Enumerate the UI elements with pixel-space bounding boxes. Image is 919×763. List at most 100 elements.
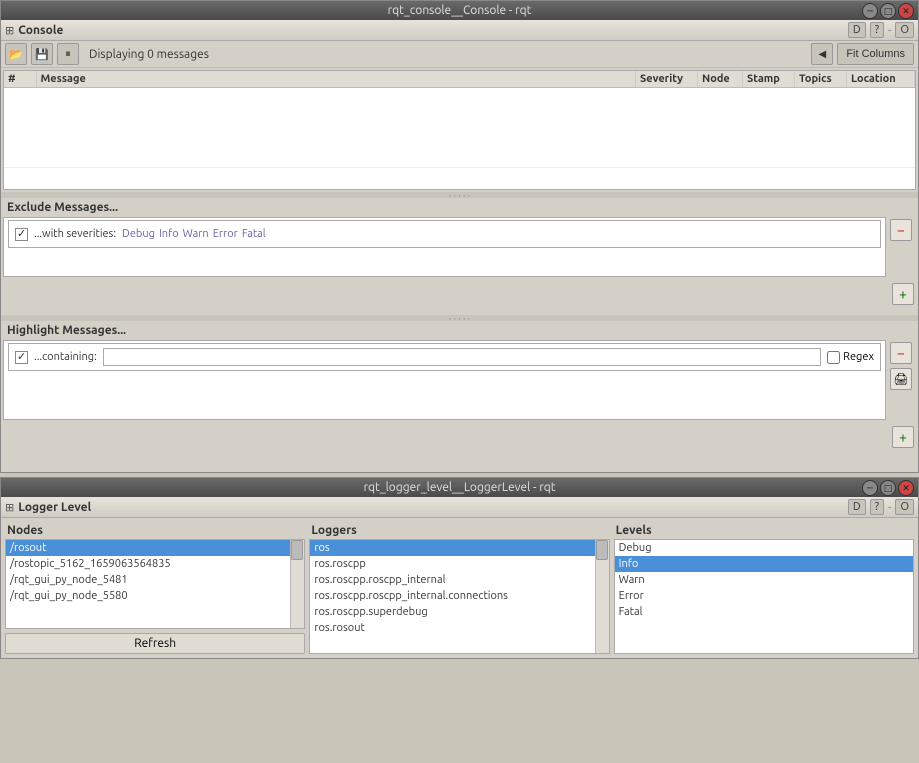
sev-debug: Debug <box>122 228 155 240</box>
fit-columns-btn[interactable]: Fit Columns <box>837 43 914 65</box>
console-close-x[interactable]: O <box>895 22 914 38</box>
nodes-scrollbar[interactable] <box>290 540 304 628</box>
open-file-btn[interactable]: 📂 <box>5 43 27 65</box>
col-hash: # <box>4 71 36 88</box>
highlight-list: ...containing: Regex <box>3 340 886 420</box>
message-table-container: # Message Severity Node Stamp Topics Loc… <box>3 70 916 190</box>
pause-icon: ⏸ <box>65 48 71 61</box>
highlight-label: Highlight Messages... <box>7 324 126 337</box>
sev-error: Error <box>213 228 238 240</box>
node-item-rosout[interactable]: /rosout <box>6 540 304 556</box>
logger-close-btn[interactable]: ✕ <box>898 480 914 496</box>
loggers-list[interactable]: ros ros.roscpp ros.roscpp.roscpp_interna… <box>309 539 609 654</box>
highlight-input[interactable] <box>103 348 821 366</box>
highlight-section-header: Highlight Messages... <box>1 321 918 340</box>
logger-window: rqt_logger_level__LoggerLevel - rqt ─ □ … <box>0 477 919 659</box>
d-button[interactable]: D <box>848 22 866 38</box>
level-fatal[interactable]: Fatal <box>615 604 913 620</box>
save-file-btn[interactable]: 💾 <box>31 43 53 65</box>
message-table: # Message Severity Node Stamp Topics Loc… <box>4 71 915 168</box>
col-topics: Topics <box>795 71 847 88</box>
exclude-filter-row: ...with severities: Debug Info Warn Erro… <box>8 220 881 248</box>
level-debug[interactable]: Debug <box>615 540 913 556</box>
node-item-rostopic[interactable]: /rostopic_5162_1659063564835 <box>6 556 304 572</box>
logger-help-button[interactable]: ? <box>870 499 884 515</box>
plus-icon-2: + <box>899 429 907 445</box>
logger-win-controls: ─ □ ✕ <box>862 480 914 496</box>
console-win-controls: ─ □ ✕ <box>862 3 914 19</box>
save-file-icon: 💾 <box>35 48 49 61</box>
console-window-title: rqt_console__Console - rqt <box>388 4 532 17</box>
logger-minimize-btn[interactable]: ─ <box>862 480 878 496</box>
help-button[interactable]: ? <box>870 22 884 38</box>
console-panel-title: Console <box>18 24 63 37</box>
logger-item-roscpp[interactable]: ros.roscpp <box>310 556 608 572</box>
exclude-add-btn[interactable]: + <box>892 283 914 305</box>
nodes-scroll-thumb[interactable] <box>291 540 303 560</box>
logger-window-title: rqt_logger_level__LoggerLevel - rqt <box>363 481 555 494</box>
severity-tags: Debug Info Warn Error Fatal <box>122 228 266 240</box>
highlight-filter-row: ...containing: Regex <box>8 343 881 371</box>
console-window: rqt_console__Console - rqt ─ □ ✕ ⊞ Conso… <box>0 0 919 473</box>
highlight-remove-btn[interactable]: − <box>890 342 912 364</box>
levels-label: Levels <box>614 522 914 539</box>
scroll-left-btn[interactable]: ◀ <box>811 43 833 65</box>
exclude-checkbox[interactable] <box>15 228 28 241</box>
loggers-scroll-thumb[interactable] <box>596 540 608 560</box>
col-node: Node <box>698 71 743 88</box>
logger-maximize-btn[interactable]: □ <box>880 480 896 496</box>
exclude-list: ...with severities: Debug Info Warn Erro… <box>3 217 886 277</box>
exclude-container: ...with severities: Debug Info Warn Erro… <box>3 217 916 277</box>
logger-item-roscpp-connections[interactable]: ros.roscpp.roscpp_internal.connections <box>310 588 608 604</box>
console-status: Displaying 0 messages <box>83 48 209 61</box>
col-stamp: Stamp <box>743 71 795 88</box>
exclude-remove-btn[interactable]: − <box>890 219 912 241</box>
console-panel-header: ⊞ Console D ? - O <box>1 20 918 41</box>
logger-d-button[interactable]: D <box>848 499 866 515</box>
level-error[interactable]: Error <box>615 588 913 604</box>
col-message: Message <box>36 71 636 88</box>
node-item-rqt-5481[interactable]: /rqt_gui_py_node_5481 <box>6 572 304 588</box>
level-warn[interactable]: Warn <box>615 572 913 588</box>
console-toolbar: 📂 💾 ⏸ Displaying 0 messages ◀ Fit Column… <box>1 41 918 68</box>
console-maximize-btn[interactable]: □ <box>880 3 896 19</box>
logger-item-ros[interactable]: ros <box>310 540 608 556</box>
sev-warn: Warn <box>183 228 209 240</box>
nodes-list[interactable]: /rosout /rostopic_5162_1659063564835 /rq… <box>5 539 305 629</box>
exclude-side-btns: − <box>886 217 916 243</box>
open-file-icon: 📂 <box>9 48 23 61</box>
empty-rows <box>4 88 915 168</box>
col-severity: Severity <box>636 71 698 88</box>
node-item-rqt-5580[interactable]: /rqt_gui_py_node_5580 <box>6 588 304 604</box>
minus-icon: − <box>897 222 905 238</box>
highlight-add-btn[interactable]: + <box>892 426 914 448</box>
minus-icon-2: − <box>897 345 905 361</box>
logger-panel-title: Logger Level <box>18 501 91 514</box>
logger-panel-header: ⊞ Logger Level D ? - O <box>1 497 918 518</box>
levels-list[interactable]: Debug Info Warn Error Fatal <box>614 539 914 654</box>
highlight-add-area: + <box>1 422 918 472</box>
logger-item-rosout[interactable]: ros.rosout <box>310 620 608 636</box>
highlight-print-btn[interactable]: 🖨 <box>890 368 912 390</box>
exclude-add-area: + <box>1 279 918 315</box>
regex-label: Regex <box>827 351 874 364</box>
logger-item-roscpp-internal[interactable]: ros.roscpp.roscpp_internal <box>310 572 608 588</box>
regex-checkbox[interactable] <box>827 351 840 364</box>
exclude-section-header: Exclude Messages... <box>1 198 918 217</box>
level-info[interactable]: Info <box>615 556 913 572</box>
refresh-btn[interactable]: Refresh <box>5 633 305 654</box>
logger-panel-icon: ⊞ <box>5 501 14 514</box>
sev-info: Info <box>159 228 179 240</box>
exclude-label: Exclude Messages... <box>7 201 118 214</box>
logger-close-x[interactable]: O <box>895 499 914 515</box>
console-minimize-btn[interactable]: ─ <box>862 3 878 19</box>
highlight-side-btns: − 🖨 <box>886 340 916 392</box>
separator: - <box>888 24 891 37</box>
console-close-btn[interactable]: ✕ <box>898 3 914 19</box>
loggers-scrollbar[interactable] <box>595 540 609 653</box>
highlight-checkbox[interactable] <box>15 351 28 364</box>
logger-title-bar: rqt_logger_level__LoggerLevel - rqt ─ □ … <box>1 478 918 497</box>
logger-item-superdebug[interactable]: ros.roscpp.superdebug <box>310 604 608 620</box>
loggers-pane: Loggers ros ros.roscpp ros.roscpp.roscpp… <box>309 522 609 654</box>
pause-btn[interactable]: ⏸ <box>57 43 79 65</box>
